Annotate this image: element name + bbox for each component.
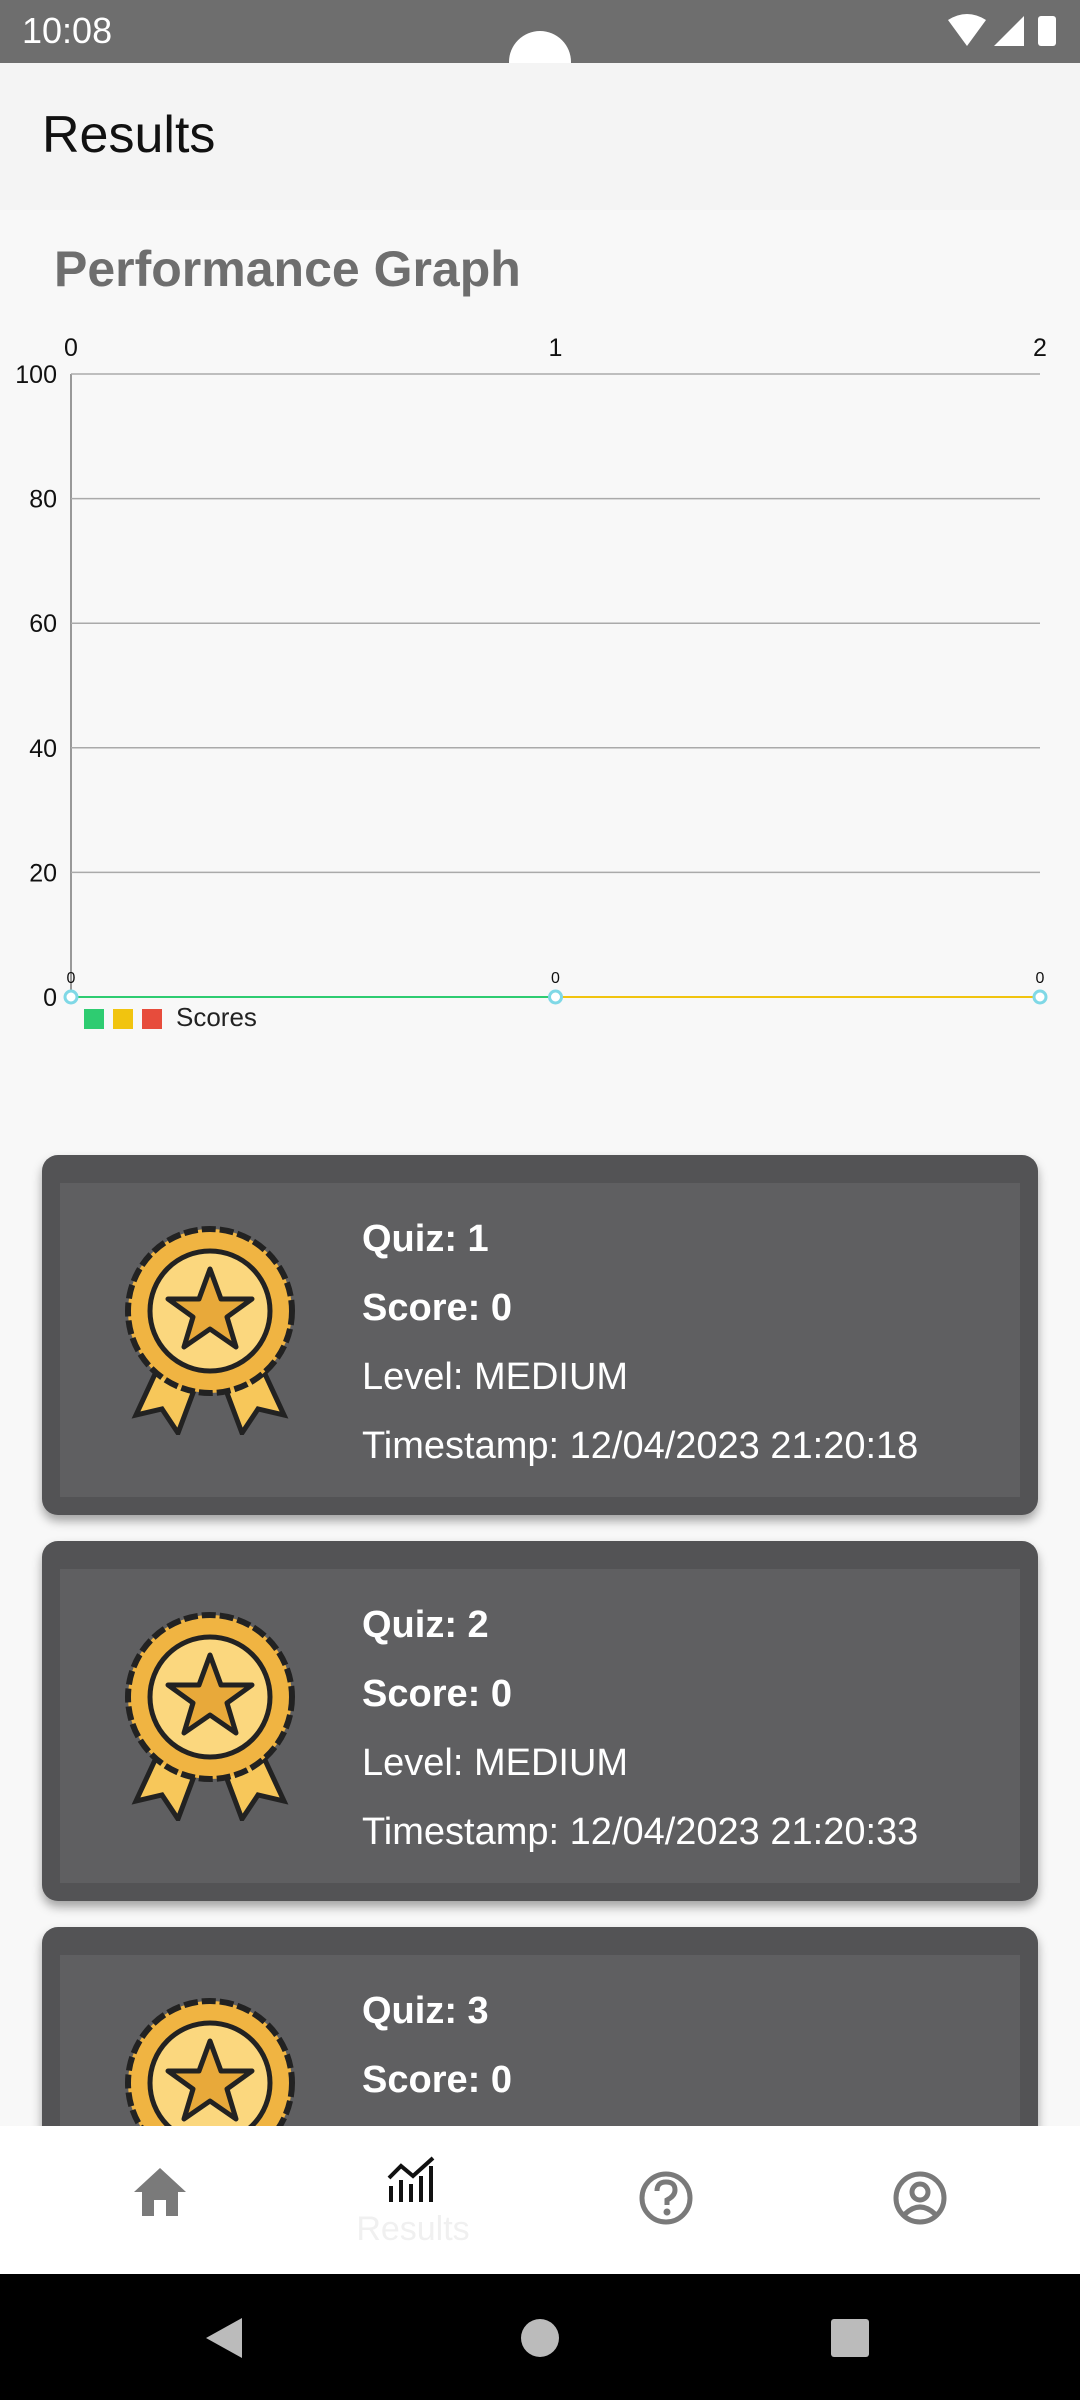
nav-home[interactable]: [60, 2126, 260, 2274]
medal-icon: [125, 1612, 295, 1821]
nav-profile[interactable]: [820, 2126, 1020, 2274]
chart-icon: [387, 2156, 435, 2202]
result-card-body: Quiz: 1 Score: 0 Level: MEDIUM Timestamp…: [60, 1183, 1020, 1497]
y-tick-label: 60: [29, 610, 57, 638]
quiz-score: Score: 0: [362, 1673, 512, 1715]
page-title: Results: [42, 106, 216, 164]
data-point: [1032, 989, 1048, 1005]
quiz-number: Quiz: 2: [362, 1604, 489, 1646]
quiz-score: Score: 0: [362, 2059, 512, 2101]
nav-results-label: Results: [356, 2210, 470, 2248]
wifi-icon: [948, 14, 986, 46]
status-icons: [948, 14, 1056, 46]
quiz-number: Quiz: 1: [362, 1218, 489, 1260]
profile-icon: [893, 2171, 947, 2225]
result-card[interactable]: Quiz: 1 Score: 0 Level: MEDIUM Timestamp…: [42, 1155, 1038, 1515]
home-button-icon[interactable]: [520, 2318, 560, 2358]
quiz-number: Quiz: 3: [362, 1990, 489, 2032]
quiz-score: Score: 0: [362, 1287, 512, 1329]
data-label: 0: [551, 970, 560, 987]
home-icon: [134, 2168, 186, 2216]
x-tick-label: 2: [1033, 334, 1047, 362]
performance-chart: 020406080100 012 000 Scores: [15, 334, 1048, 1032]
system-navigation-bar: [0, 2274, 1080, 2400]
legend-swatch-red: [142, 1009, 162, 1029]
quiz-timestamp: Timestamp: 12/04/2023 21:20:18: [362, 1425, 919, 1467]
legend-label: Scores: [176, 1002, 257, 1032]
back-icon[interactable]: [204, 2316, 244, 2360]
medal-icon: [125, 1226, 295, 1435]
data-label: 0: [67, 970, 76, 987]
nav-results[interactable]: Results: [313, 2126, 513, 2274]
y-tick-label: 80: [29, 486, 57, 514]
app-bar: Results: [0, 63, 1080, 210]
recents-icon[interactable]: [830, 2318, 870, 2358]
result-card[interactable]: Quiz: 2 Score: 0 Level: MEDIUM Timestamp…: [42, 1541, 1038, 1901]
signal-icon: [994, 16, 1024, 46]
quiz-level: Level: MEDIUM: [362, 1742, 629, 1784]
legend-swatch-yellow: [113, 1009, 133, 1029]
data-point: [63, 989, 79, 1005]
y-tick-label: 0: [43, 984, 57, 1012]
quiz-level: Level: MEDIUM: [362, 1356, 629, 1398]
status-time: 10:08: [22, 10, 113, 51]
data-label: 0: [1036, 970, 1045, 987]
nav-help[interactable]: [566, 2126, 766, 2274]
legend-swatch-green: [84, 1009, 104, 1029]
data-point: [548, 989, 563, 1005]
bottom-navigation: Results: [0, 2126, 1080, 2274]
y-tick-label: 100: [15, 361, 57, 389]
result-card-body: Quiz: 2 Score: 0 Level: MEDIUM Timestamp…: [60, 1569, 1020, 1883]
x-tick-label: 0: [64, 334, 78, 362]
y-tick-label: 20: [29, 859, 57, 887]
graph-heading: Performance Graph: [54, 241, 521, 297]
help-icon: [639, 2171, 693, 2225]
y-tick-label: 40: [29, 735, 57, 763]
x-tick-label: 1: [549, 334, 563, 362]
battery-icon: [1038, 16, 1056, 46]
quiz-timestamp: Timestamp: 12/04/2023 21:20:33: [362, 1811, 919, 1853]
